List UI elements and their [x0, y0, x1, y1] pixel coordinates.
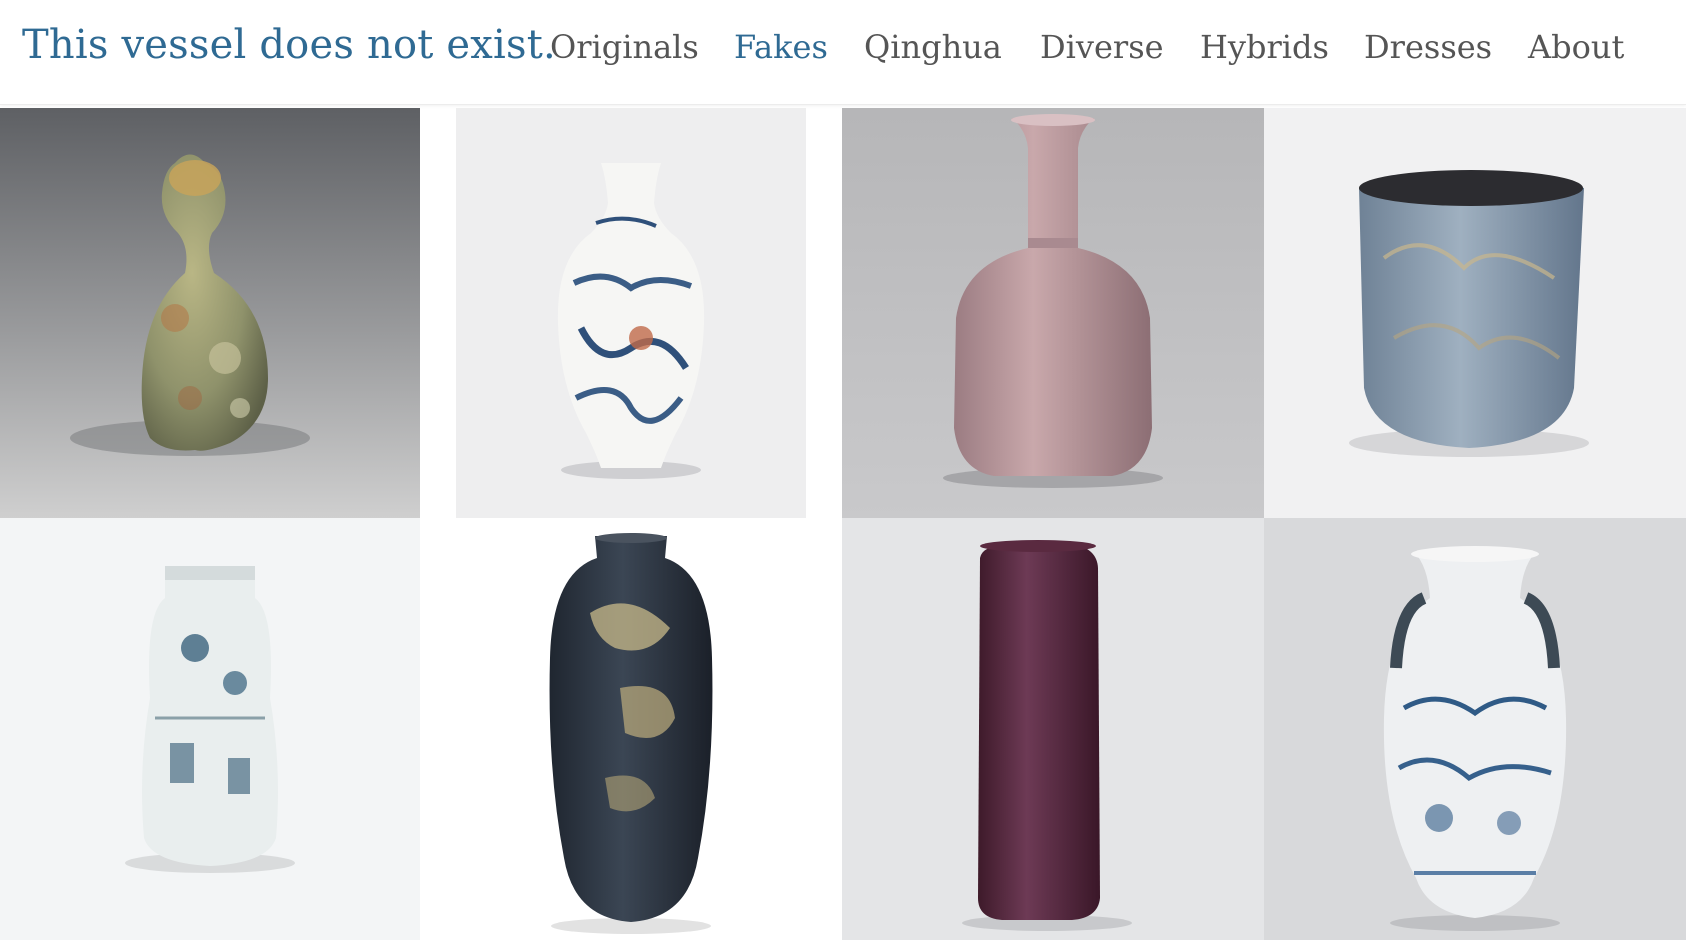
nav-diverse[interactable]: Diverse: [1040, 28, 1164, 66]
purple-cylinder-vase-image: [842, 518, 1264, 940]
gallery-tile-3[interactable]: [842, 108, 1264, 518]
site-title-link[interactable]: This vessel does not exist.: [22, 22, 556, 68]
nav-dresses[interactable]: Dresses: [1364, 28, 1492, 66]
dark-lacquer-vase-image: [420, 518, 842, 940]
gallery-tile-8[interactable]: [1264, 518, 1686, 940]
nav-hybrids[interactable]: Hybrids: [1200, 28, 1329, 66]
nav-about[interactable]: About: [1528, 28, 1624, 66]
nav-originals[interactable]: Originals: [550, 28, 699, 66]
blue-glazed-cup-image: [1264, 108, 1686, 518]
gallery-tile-1[interactable]: [0, 108, 420, 518]
blue-white-handled-vase-image: [1264, 518, 1686, 940]
gallery-tile-6[interactable]: [420, 518, 842, 940]
pink-bottle-vase-image: [842, 108, 1264, 518]
gallery-tile-2[interactable]: [456, 108, 806, 518]
gallery-tile-5[interactable]: [0, 518, 420, 940]
site-header: This vessel does not exist. Originals Fa…: [0, 0, 1686, 105]
nav-fakes[interactable]: Fakes: [734, 28, 828, 66]
vessel-gallery: [0, 108, 1686, 940]
blue-white-baluster-vase-image: [456, 108, 806, 518]
gourd-vase-celadon-image: [0, 108, 420, 518]
gallery-tile-7[interactable]: [842, 518, 1264, 940]
nav-qinghua[interactable]: Qinghua: [864, 28, 1002, 66]
white-blue-jar-image: [0, 518, 420, 940]
gallery-tile-4[interactable]: [1264, 108, 1686, 518]
